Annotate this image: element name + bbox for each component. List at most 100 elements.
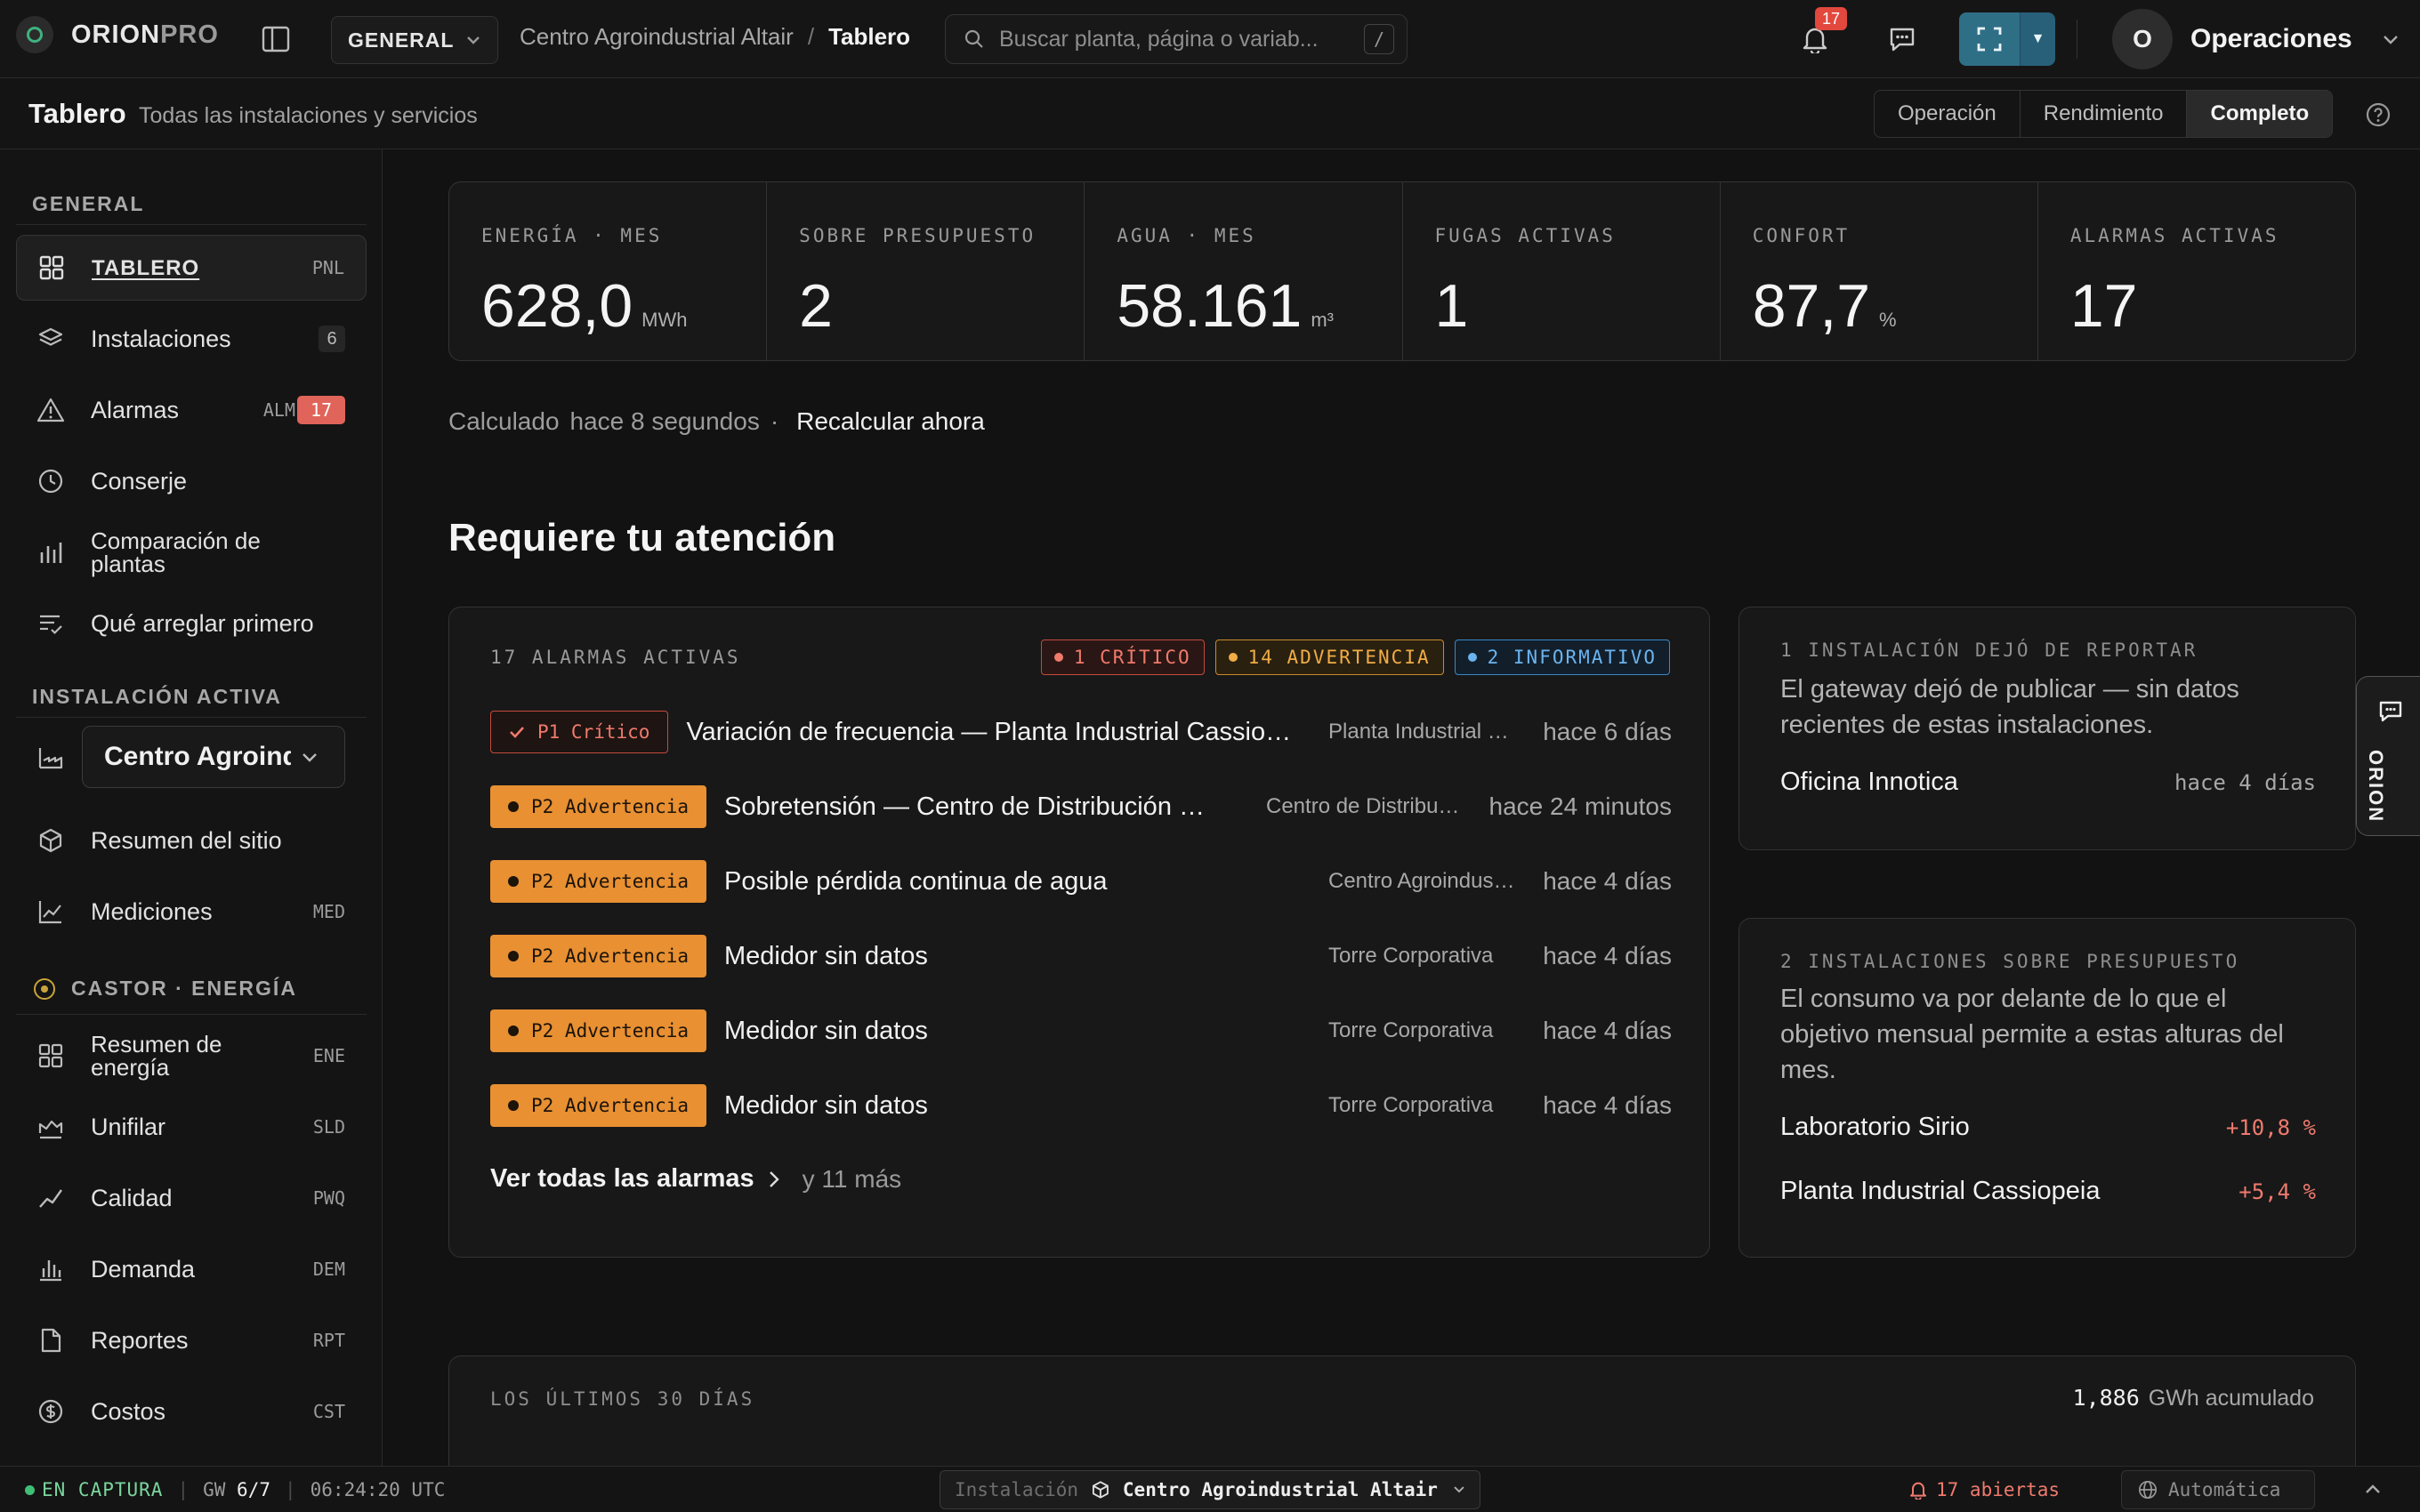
sidebar-item-que-arreglar[interactable]: Qué arreglar primero [16, 591, 367, 656]
alarm-row[interactable]: P2 Advertencia Medidor sin datos Torre C… [490, 1009, 1672, 1052]
sidebar-item-alarmas[interactable]: Alarmas ALM 17 [16, 377, 367, 443]
stale-installation-row[interactable]: Oficina Innotica hace 4 días [1780, 768, 2316, 797]
chat-icon [2379, 701, 2402, 722]
bar-chart-icon [36, 537, 66, 567]
user-menu[interactable]: O Operaciones [2112, 9, 2399, 69]
sidebar-item-instalaciones[interactable]: Instalaciones 6 [16, 306, 367, 372]
shortcut-code: MED [312, 901, 345, 922]
alarm-time: hace 6 días [1543, 718, 1672, 745]
open-alarms-indicator[interactable]: 17 abiertas [1909, 1479, 2060, 1500]
kpi-sobre-presupuesto[interactable]: SOBRE PRESUPUESTO 2 [767, 182, 1085, 360]
chevron-right-icon [769, 1170, 779, 1187]
sidebar-divider [16, 224, 367, 225]
alarm-time: hace 4 días [1543, 942, 1672, 969]
sidebar-item-demanda[interactable]: Demanda DEM [16, 1236, 367, 1302]
sidebar-item-label: Comparación de plantas [91, 527, 261, 577]
kpi-unit: m³ [1311, 309, 1334, 331]
active-site-select[interactable]: Centro Agroindustrial Altair [82, 726, 345, 788]
card-body: El consumo va por delante de lo que el o… [1780, 985, 2284, 1084]
budget-deviation: +10,8 % [2225, 1114, 2316, 1140]
top-bar: ORIONPRO GENERAL Centro Agroindustrial A… [0, 0, 2420, 78]
fullscreen-button[interactable] [1959, 12, 2020, 66]
sidebar-item-comparacion-plantas[interactable]: Comparación de plantas [16, 519, 367, 585]
alarm-row[interactable]: P2 Advertencia Medidor sin datos Torre C… [490, 1084, 1672, 1127]
sidebar-item-resumen-sitio[interactable]: Resumen del sitio [16, 808, 367, 873]
sidebar-item-conserje[interactable]: Conserje [16, 448, 367, 514]
alarm-time: hace 4 días [1543, 1091, 1672, 1119]
kpi-agua-mes[interactable]: AGUA · MES 58.161 m³ [1085, 182, 1403, 360]
view-option-operacion[interactable]: Operación [1875, 91, 2021, 137]
help-icon[interactable] [2365, 101, 2392, 128]
chevron-up-icon[interactable] [2361, 1477, 2384, 1500]
kpi-label: ENERGÍA · MES [481, 225, 663, 246]
status-installation-select[interactable]: Instalación Centro Agroindustrial Altair [940, 1470, 1480, 1509]
alarm-title: Medidor sin datos [724, 1016, 928, 1045]
sidebar-item-label: Costos [91, 1397, 166, 1425]
shortcut-code: RPT [312, 1330, 345, 1351]
kpi-fugas-activas[interactable]: FUGAS ACTIVAS 1 [1403, 182, 1721, 360]
view-switch: Operación Rendimiento Completo [1874, 90, 2334, 138]
alarm-row[interactable]: P2 Advertencia Posible pérdida continua … [490, 860, 1672, 903]
installation-name: Laboratorio Sirio [1780, 1113, 1970, 1141]
live-dot-icon [25, 1484, 35, 1495]
search-shortcut-key: / [1364, 24, 1394, 54]
live-indicator: EN CAPTURA [25, 1479, 163, 1500]
critical-filter-pill[interactable]: 1 CRÍTICO [1040, 639, 1205, 675]
warning-icon [36, 395, 66, 425]
kpi-value-group: 1 [1435, 271, 1469, 341]
bell-icon [1910, 1482, 1926, 1500]
kpi-energia-mes[interactable]: ENERGÍA · MES 628,0 MWh [449, 182, 768, 360]
view-option-rendimiento[interactable]: Rendimiento [2021, 91, 2188, 137]
sidebar-item-unifilar[interactable]: Unifilar SLD [16, 1094, 367, 1160]
kpi-value-group: 2 [799, 271, 833, 341]
kpi-confort[interactable]: CONFORT 87,7% [1721, 182, 2038, 360]
kpi-value-group: 58.161 m³ [1117, 271, 1334, 341]
sidebar-divider [16, 717, 367, 718]
alarm-title: Sobretensión — Centro de Distribución No… [724, 792, 1223, 821]
see-all-alarms-link[interactable]: Ver todas las alarmas y 11 más [490, 1164, 901, 1194]
sidebar-section-general: GENERAL [32, 192, 145, 215]
kpi-alarmas-activas[interactable]: ALARMAS ACTIVAS 17 [2038, 182, 2355, 360]
info-filter-pill[interactable]: 2 INFORMATIVO [1454, 639, 1670, 675]
alarm-row[interactable]: P2 Advertencia Sobretensión — Centro de … [490, 785, 1672, 828]
workspace-select[interactable]: GENERAL [331, 16, 498, 64]
installation-value: Centro Agroindustrial Altair [1122, 1479, 1438, 1500]
kpi-value: 17 [2069, 272, 2138, 340]
sidebar-item-reportes[interactable]: Reportes RPT [16, 1307, 367, 1373]
kpi-value: 628,0 [481, 272, 633, 340]
sidebar-item-costos[interactable]: Costos CST [16, 1379, 367, 1444]
warning-filter-pill[interactable]: 14 ADVERTENCIA [1214, 639, 1444, 675]
kpi-value: 87,7 [1752, 272, 1871, 340]
fullscreen-options-caret[interactable]: ▼ [2020, 12, 2055, 66]
over-budget-row[interactable]: Planta Industrial Cassiopeia +5,4 % [1780, 1177, 2316, 1206]
accumulated-value: 1,886 [2072, 1385, 2140, 1411]
sidebar-item-resumen-energia[interactable]: Resumen de energía ENE [16, 1023, 367, 1089]
mode-selector[interactable]: Automática [2121, 1470, 2315, 1509]
notifications-badge: 17 [1815, 7, 1847, 30]
app-logo[interactable]: ORIONPRO [16, 16, 219, 53]
sidebar-toggle-icon[interactable] [258, 21, 294, 57]
orion-assistant-tab[interactable]: ORION [2356, 676, 2420, 836]
installation-name: Planta Industrial Cassiopeia [1780, 1177, 2101, 1205]
search-input[interactable]: Buscar planta, página o variab... / [945, 14, 1408, 64]
kpi-unit: MWh [641, 309, 688, 331]
kpi-label: CONFORT [1752, 225, 1851, 246]
chat-icon[interactable] [1883, 20, 1922, 59]
globe-icon [2139, 1481, 2157, 1499]
sidebar-item-tablero[interactable]: TABLERO PNL [16, 235, 367, 301]
alarm-row[interactable]: P2 Advertencia Medidor sin datos Torre C… [490, 935, 1672, 977]
sidebar-item-calidad[interactable]: Calidad PWQ [16, 1165, 367, 1231]
sidebar-item-mediciones[interactable]: Mediciones MED [16, 879, 367, 945]
kpi-label: SOBRE PRESUPUESTO [799, 225, 1037, 246]
view-option-completo[interactable]: Completo [2187, 91, 2333, 137]
cube-icon [1093, 1481, 1109, 1499]
card-header: 2 INSTALACIONES SOBRE PRESUPUESTO [1780, 951, 2240, 972]
breadcrumb-site[interactable]: Centro Agroindustrial Altair [520, 23, 794, 51]
recalculate-link[interactable]: Recalcular ahora [796, 407, 985, 436]
alarm-title: Variación de frecuencia — Planta Industr… [686, 717, 1292, 746]
calculation-status: Calculado hace 8 segundos · Recalcular a… [448, 407, 985, 436]
alarm-row[interactable]: P1 Crítico Variación de frecuencia — Pla… [490, 711, 1672, 753]
alarm-site: Planta Industrial Cassiopeia [1328, 720, 1519, 744]
sidebar-item-label: Resumen de energía [91, 1031, 222, 1081]
over-budget-row[interactable]: Laboratorio Sirio +10,8 % [1780, 1113, 2316, 1142]
